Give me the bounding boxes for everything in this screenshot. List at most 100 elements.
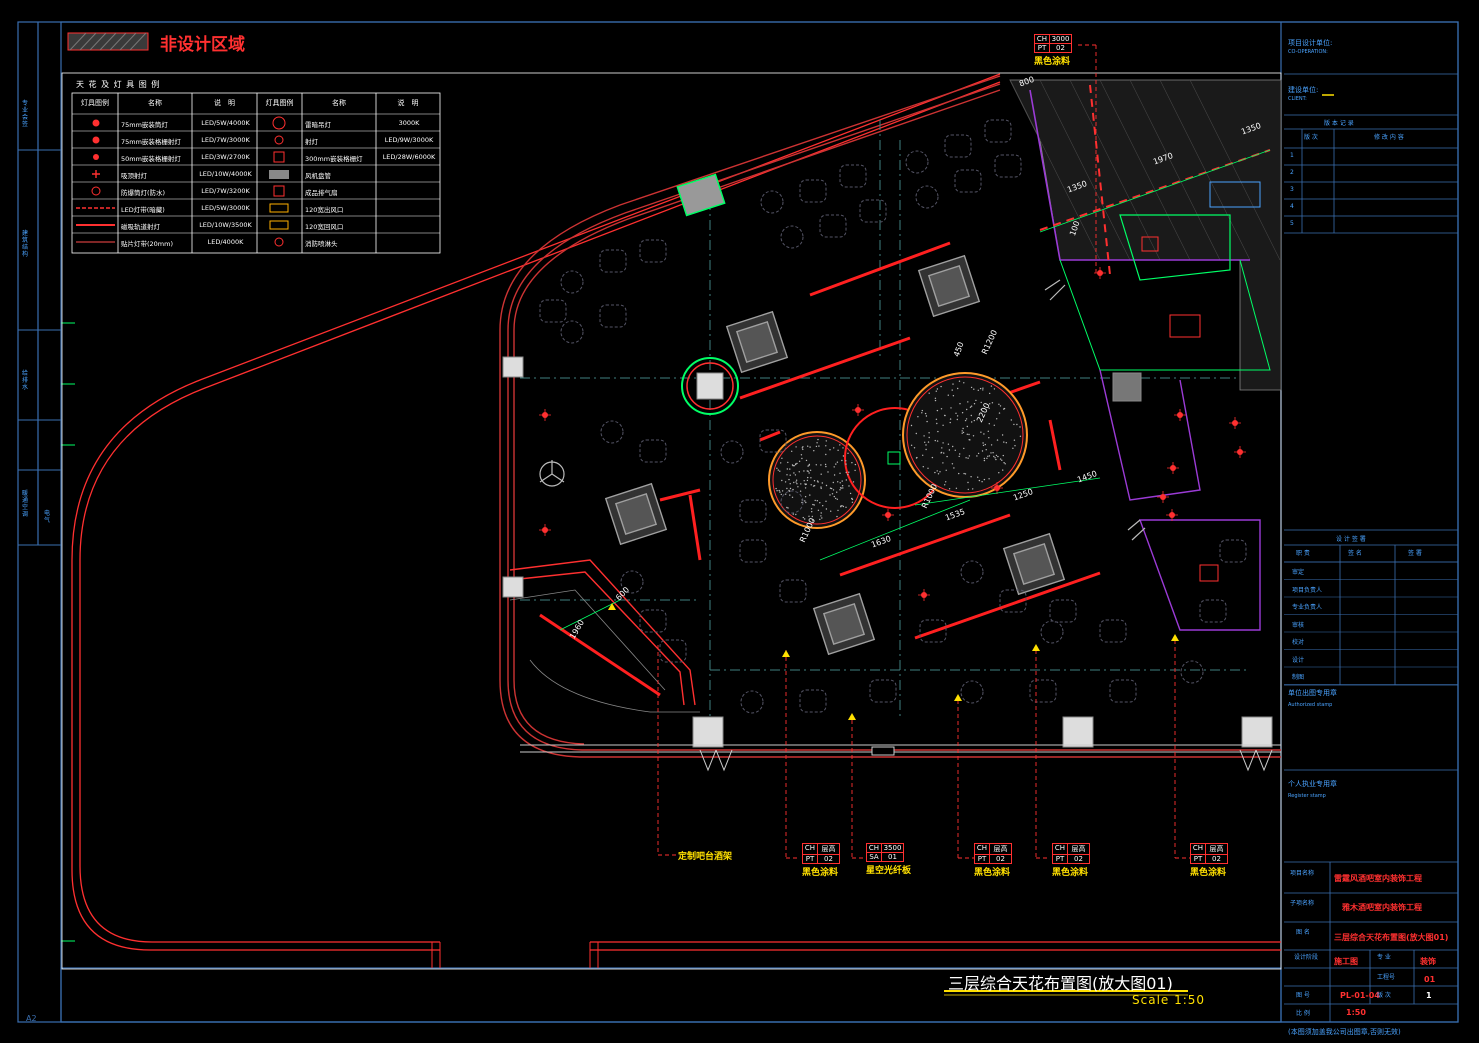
callout-pt: PT xyxy=(975,855,990,863)
legend-cell: 风机盘管 xyxy=(305,172,331,180)
drawing-no-label: 图 号 xyxy=(1296,992,1310,999)
callout-box: CH 3500 SA 01 星空光纤板 xyxy=(866,843,911,876)
legend-cell: 防爆筒灯(防水) xyxy=(121,189,166,197)
revision-row-number: 3 xyxy=(1290,186,1294,193)
subproject-label: 子项名称 xyxy=(1290,900,1315,907)
left-strip-label: 建筑结构 xyxy=(22,230,29,258)
left-strip-label: 暖通空调 xyxy=(22,490,29,518)
stamp-personal: 个人执业专用章 xyxy=(1288,780,1337,788)
callout-text: 黑色涂料 xyxy=(1190,868,1227,878)
callout-pt: PT xyxy=(803,855,818,863)
callout-ch: CH xyxy=(1191,844,1206,854)
version-label: 版 次 xyxy=(1377,992,1391,999)
callout-pt-value: 02 xyxy=(996,855,1005,863)
legend-header-0: 灯具图例 xyxy=(81,99,109,107)
callout-top: CH 3000 PT 02 黑色涂料 xyxy=(1034,34,1072,67)
revision-col-1: 版 次 xyxy=(1304,134,1318,141)
left-strip-ticks xyxy=(61,322,75,942)
non-design-hatch xyxy=(67,32,149,51)
callout-ch: CH xyxy=(803,844,818,854)
drawing-no-value: PL-01-04 xyxy=(1340,991,1380,1000)
legend-header-4: 名称 xyxy=(332,99,346,107)
stamp-unit: 单位出图专用章 xyxy=(1288,689,1337,697)
callout-box: CH 层高 PT 02 黑色涂料 xyxy=(1190,843,1228,878)
legend-cell: LED/3W/2700K xyxy=(201,153,250,161)
callout-ch: CH xyxy=(1035,35,1050,43)
signature-role: 审定 xyxy=(1292,569,1305,576)
number-value: 01 xyxy=(1424,975,1436,984)
legend-cell: 吸顶射灯 xyxy=(121,172,147,180)
ratio-label: 比 例 xyxy=(1296,1010,1310,1017)
legend-cell: LED/28W/6000K xyxy=(382,153,436,161)
client-en: CLIENT: xyxy=(1288,96,1307,102)
legend-cell: LED/7W/3200K xyxy=(201,187,250,195)
legend-cell: LED/9W/3000K xyxy=(384,136,434,144)
left-strip-label: 给排水 xyxy=(22,370,29,391)
callout-ch-value: 层高 xyxy=(993,845,1008,853)
legend-cell: 300mm嵌装格栅灯 xyxy=(305,155,363,163)
drawing-scale: Scale 1:50 xyxy=(1132,993,1206,1007)
signature-role: 制图 xyxy=(1292,674,1305,681)
signature-role: 项目负责人 xyxy=(1292,586,1323,594)
callout-ch-value: 3500 xyxy=(883,844,902,852)
signature-col-1: 职 责 xyxy=(1296,550,1310,557)
discipline-value: 装饰 xyxy=(1420,957,1436,966)
callout-pt-value: 02 xyxy=(1212,855,1221,863)
legend-cell: LED/4000K xyxy=(207,238,244,246)
legend-cell: LED/5W/4000K xyxy=(201,119,250,127)
legend-cell: 120宽回风口 xyxy=(305,223,344,231)
bar-counter xyxy=(509,559,700,713)
legend-cell: 消防喷淋头 xyxy=(305,240,338,248)
callout-text: 黑色涂料 xyxy=(802,868,839,878)
legend-header-1: 名称 xyxy=(148,99,162,107)
callout-text: 黑色涂料 xyxy=(1052,868,1089,878)
project-name: 雷霆风酒吧室内装饰工程 xyxy=(1334,874,1422,883)
project-label: 项目名称 xyxy=(1290,870,1315,877)
left-strip xyxy=(18,149,61,546)
leader-arrows xyxy=(608,603,1179,720)
signature-role: 审核 xyxy=(1292,621,1305,629)
drawing-name-label: 图 名 xyxy=(1296,929,1310,936)
callout-ch: CH xyxy=(867,844,882,852)
callout-pt-value: 02 xyxy=(1074,855,1083,863)
callout-ch-value: 层高 xyxy=(1071,845,1086,853)
callout-ch: CH xyxy=(975,844,990,854)
legend-cell: LED/10W/4000K xyxy=(199,170,252,178)
stage-label: 设计阶段 xyxy=(1294,954,1319,961)
stage-value: 施工图 xyxy=(1334,957,1358,966)
revision-row-number: 1 xyxy=(1290,152,1294,159)
co-design-en: CO-OPERATION: xyxy=(1288,49,1328,55)
callout-ch: CH xyxy=(1053,844,1068,854)
sheet-size: A2 xyxy=(26,1014,37,1023)
version-value: 1 xyxy=(1426,991,1432,1000)
legend-cell: 雷暗吊灯 xyxy=(305,121,331,129)
co-design-label: 项目设计单位: xyxy=(1288,39,1333,47)
callout-ch-value: 层高 xyxy=(1209,845,1224,853)
revision-row-number: 5 xyxy=(1290,220,1294,227)
callout-ch-value: 3000 xyxy=(1051,35,1070,43)
client-label: 建设单位: xyxy=(1288,86,1319,94)
callout-pt: PT xyxy=(1053,855,1068,863)
star-ceiling-circles xyxy=(768,372,1028,529)
signature-col-3: 签 署 xyxy=(1408,550,1422,557)
stamp-unit-en: Authorized stamp xyxy=(1288,702,1333,708)
revision-col-2: 修 改 内 容 xyxy=(1374,134,1404,141)
callout-pt: PT xyxy=(1035,44,1050,52)
legend-cell: 贴片灯带(20mm) xyxy=(121,240,174,248)
revision-header: 版 本 记 录 xyxy=(1324,120,1354,127)
callout-pt: PT xyxy=(1191,855,1206,863)
non-design-area-label: 非设计区域 xyxy=(160,35,245,55)
signature-role: 校对 xyxy=(1292,639,1305,646)
spot-lights xyxy=(539,267,1246,601)
subproject-name: 雅木酒吧室内装饰工程 xyxy=(1342,903,1422,912)
legend-header-5: 说 明 xyxy=(397,99,419,107)
left-strip-label: 电气 xyxy=(44,510,51,524)
signature-col-2: 签 名 xyxy=(1348,550,1362,557)
callout-box: CH 层高 PT 02 黑色涂料 xyxy=(1052,843,1090,878)
footer-note: (本图须加盖我公司出图章,否则无效) xyxy=(1288,1028,1401,1036)
callout-text: 黑色涂料 xyxy=(974,868,1011,878)
legend-cell: 3000K xyxy=(398,119,420,127)
callout-box: CH 层高 PT 02 黑色涂料 xyxy=(974,843,1012,878)
callout-pt-value: 02 xyxy=(824,855,833,863)
revision-row-number: 4 xyxy=(1290,203,1294,210)
